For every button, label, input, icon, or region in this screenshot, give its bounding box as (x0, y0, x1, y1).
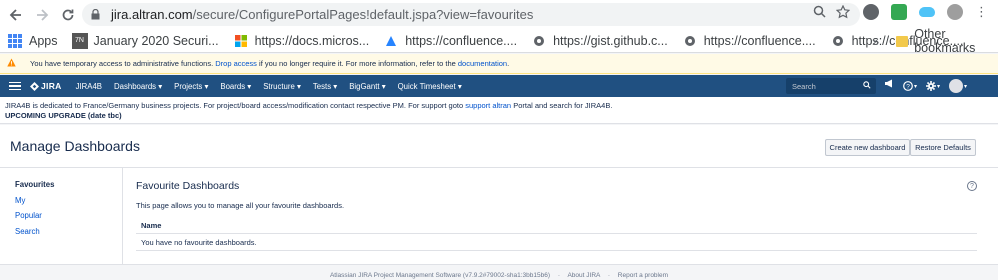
bookmarks-bar: Apps 7N January 2020 Securi... https://d… (0, 27, 998, 55)
upgrade-notice: UPCOMING UPGRADE (date tbc) (5, 111, 122, 120)
bookmark-item[interactable]: https://confluence.... (376, 29, 524, 53)
megaphone-icon[interactable] (884, 79, 894, 93)
table-header-name[interactable]: Name (136, 217, 977, 234)
sidebar-item-my[interactable]: My (15, 196, 54, 212)
nav-structure[interactable]: Structure ▾ (263, 82, 301, 91)
nav-tests[interactable]: Tests ▾ (313, 82, 337, 91)
forward-arrow-icon[interactable] (29, 2, 55, 28)
sidebar-item-popular[interactable]: Popular (15, 211, 54, 227)
documentation-link[interactable]: documentation (458, 59, 507, 68)
section-description: This page allows you to manage all your … (136, 201, 345, 210)
support-altran-link[interactable]: support altran (465, 101, 511, 110)
apps-grid-icon (7, 33, 23, 49)
drop-access-link[interactable]: Drop access (215, 59, 257, 68)
back-arrow-icon[interactable] (3, 2, 29, 28)
nav-boards[interactable]: Boards ▾ (220, 82, 251, 91)
nav-biggantt[interactable]: BigGantt ▾ (349, 82, 385, 91)
more-menu-icon[interactable]: ⋮ (975, 4, 988, 20)
jira-logo[interactable]: JIRA (30, 81, 62, 91)
restore-defaults-button[interactable]: Restore Defaults (910, 139, 976, 156)
about-jira-link[interactable]: About JIRA (567, 272, 600, 279)
dashboard-content: Favourites My Popular Search Favourite D… (0, 168, 998, 265)
section-title: Favourite Dashboards (136, 180, 240, 192)
extension-icon[interactable] (891, 4, 907, 20)
footer-software-version: Atlassian JIRA Project Management Softwa… (329, 272, 551, 279)
favourite-dashboards-panel: Favourite Dashboards ? This page allows … (122, 168, 998, 265)
zoom-icon[interactable] (813, 5, 826, 22)
user-avatar[interactable]: ▾ (949, 79, 967, 93)
report-problem-link[interactable]: Report a problem (618, 272, 668, 279)
announcement-banner: JIRA4B is dedicated to France/Germany bu… (0, 97, 998, 124)
other-bookmarks[interactable]: Other bookmarks (896, 27, 998, 55)
lock-icon (91, 9, 111, 20)
browser-toolbar: jira.altran.com/secure/ConfigurePortalPa… (0, 0, 998, 29)
search-input[interactable]: Search (786, 78, 876, 94)
bookmark-item[interactable]: https://gist.github.c... (524, 29, 675, 53)
bookmark-item[interactable]: https://docs.micros... (226, 29, 377, 53)
settings-gear-icon[interactable]: ▾ (926, 79, 940, 93)
svg-text:?: ? (906, 84, 910, 91)
warning-icon (7, 58, 16, 69)
microsoft-logo-icon (233, 33, 249, 49)
app-switcher-icon[interactable] (9, 81, 21, 91)
cloud-icon[interactable] (919, 7, 935, 17)
sidebar-item-favourites[interactable]: Favourites (15, 180, 54, 196)
dashboard-sidebar: Favourites My Popular Search (15, 180, 54, 242)
nav-projects[interactable]: Projects ▾ (174, 82, 208, 91)
help-menu-icon[interactable]: ? ▾ (903, 79, 917, 93)
globe-icon (682, 33, 698, 49)
bookmark-item[interactable]: https://confluence.... (675, 29, 823, 53)
globe-icon (830, 33, 846, 49)
create-dashboard-button[interactable]: Create new dashboard (825, 139, 910, 156)
nav-quick-timesheet[interactable]: Quick Timesheet ▾ (398, 82, 462, 91)
page-title: Manage Dashboards (10, 138, 140, 154)
sidebar-item-search[interactable]: Search (15, 227, 54, 243)
page-header: Manage Dashboards Create new dashboard R… (0, 125, 998, 168)
admin-access-warning: You have temporary access to administrat… (0, 54, 998, 74)
star-icon[interactable] (835, 4, 851, 22)
reload-icon[interactable] (55, 2, 81, 28)
address-bar[interactable]: jira.altran.com/secure/ConfigurePortalPa… (82, 3, 860, 26)
bookmark-apps[interactable]: Apps (0, 29, 65, 53)
avatar[interactable] (947, 4, 963, 20)
nav-jira4b[interactable]: JIRA4B (76, 82, 102, 91)
empty-table-message: You have no favourite dashboards. (136, 234, 977, 251)
bookmarks-overflow-button[interactable]: » (872, 29, 879, 53)
footer: Atlassian JIRA Project Management Softwa… (329, 272, 669, 279)
extension-icon[interactable] (863, 4, 879, 20)
globe-icon (531, 33, 547, 49)
confluence-logo-icon (383, 33, 399, 49)
nav-dashboards[interactable]: Dashboards ▾ (114, 82, 162, 91)
search-icon (863, 81, 871, 91)
help-icon[interactable]: ? (967, 181, 977, 191)
folder-icon (896, 35, 909, 47)
bookmark-item[interactable]: 7N January 2020 Securi... (65, 29, 226, 53)
bookmark-favicon: 7N (71, 32, 88, 49)
jira-header: JIRA JIRA4B Dashboards ▾ Projects ▾ Boar… (0, 75, 998, 97)
url-text: jira.altran.com/secure/ConfigurePortalPa… (111, 7, 534, 22)
